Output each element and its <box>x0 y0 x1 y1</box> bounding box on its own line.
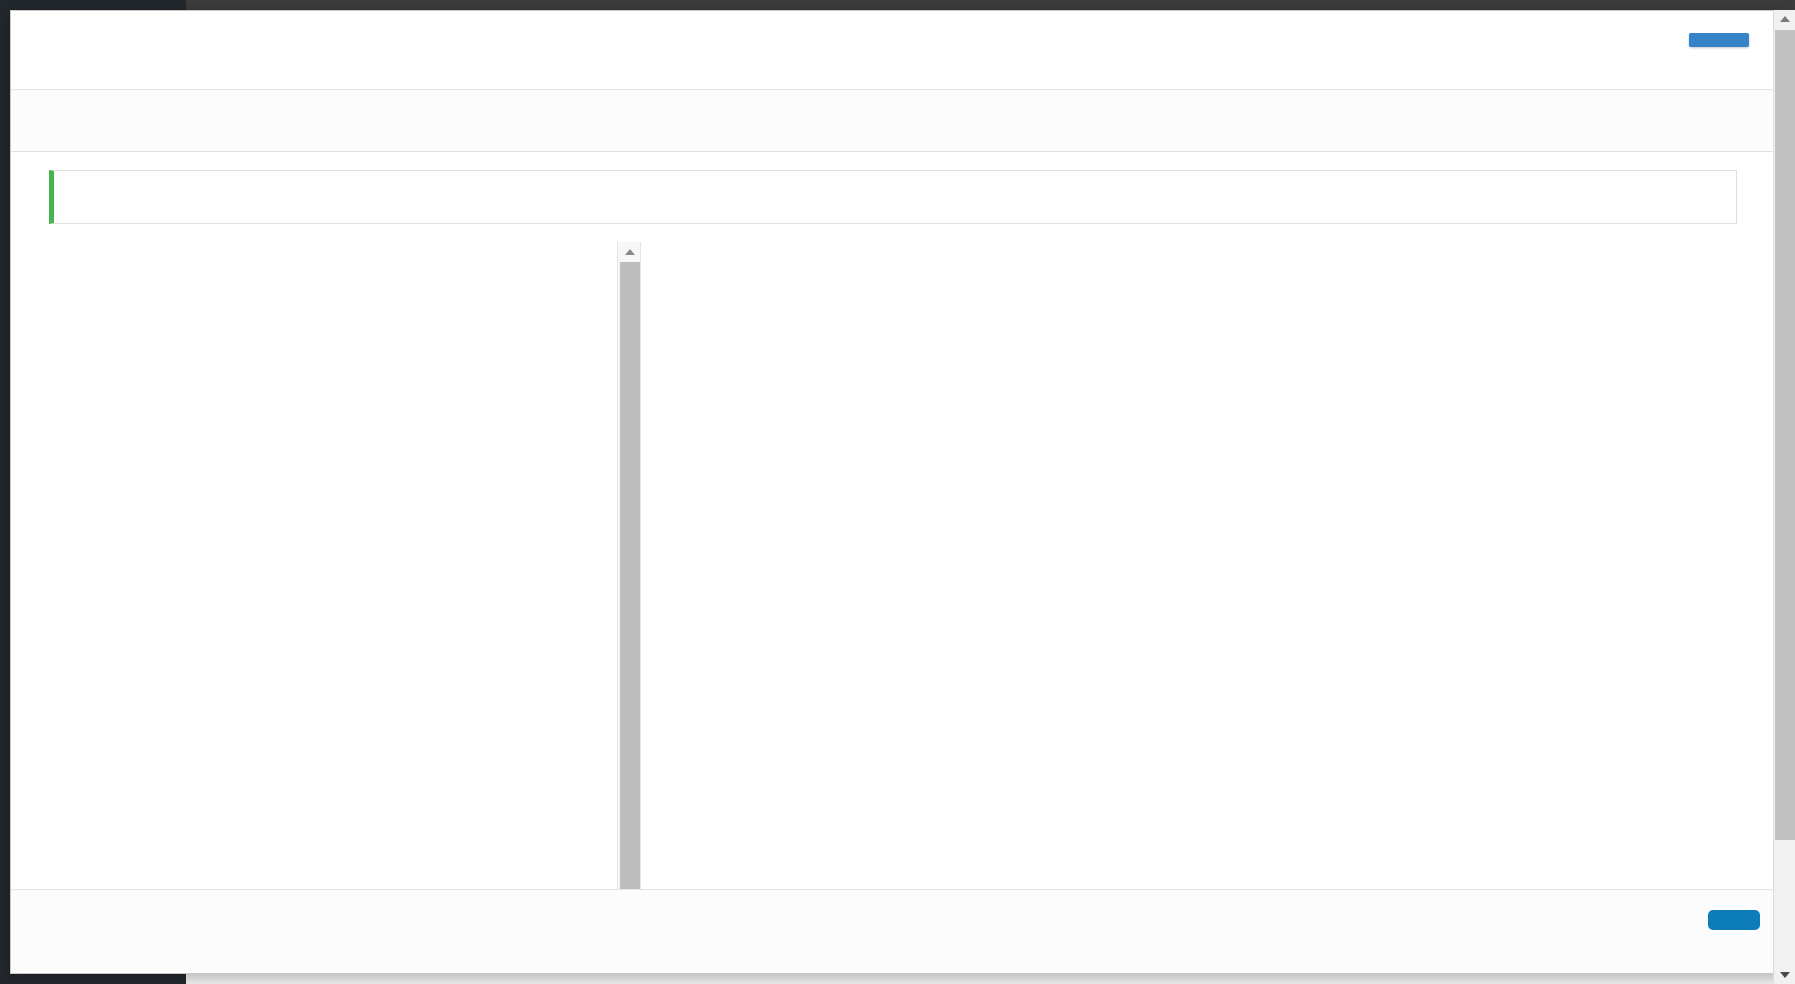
close-button[interactable] <box>1708 910 1760 930</box>
filter-panels <box>49 242 1737 898</box>
window-scrollbar-thumb[interactable] <box>1775 30 1795 840</box>
tab-bar <box>11 90 1784 152</box>
window-scroll-down-arrow[interactable] <box>1774 966 1795 984</box>
scroll-up-arrow[interactable] <box>618 244 642 260</box>
table-settings-modal <box>10 10 1785 974</box>
mdtf-notice <box>49 170 1737 224</box>
window-scrollbar[interactable] <box>1773 10 1795 984</box>
modal-header <box>11 11 1784 90</box>
modal-footer <box>11 889 1784 973</box>
wp-admin-bar <box>0 0 1795 10</box>
scrollbar-thumb[interactable] <box>620 262 640 892</box>
modal-body <box>11 152 1784 932</box>
help-button[interactable] <box>1689 33 1749 47</box>
available-columns-scrollbar[interactable] <box>617 242 641 898</box>
window-scroll-up-arrow[interactable] <box>1774 10 1795 28</box>
